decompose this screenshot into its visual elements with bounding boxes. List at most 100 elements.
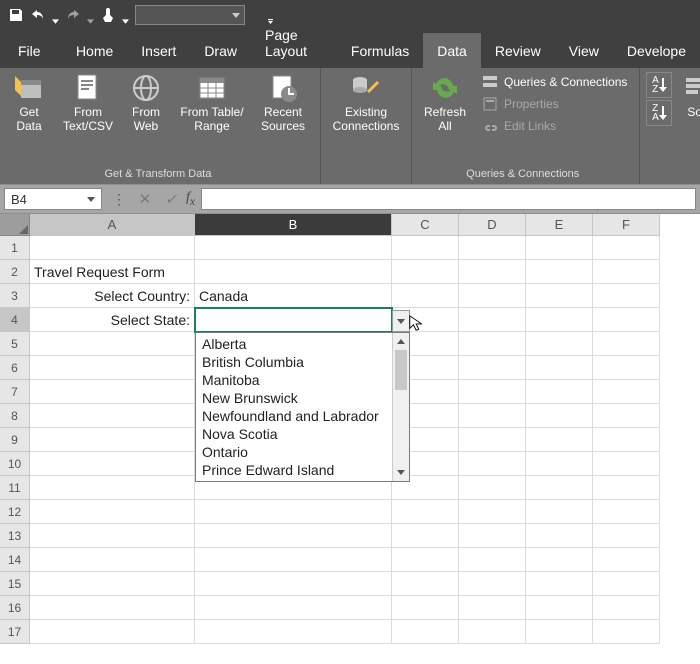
cell-f4[interactable] bbox=[593, 308, 660, 332]
cell-e12[interactable] bbox=[526, 500, 593, 524]
queries-connections-button[interactable]: Queries & Connections bbox=[482, 74, 627, 90]
row-header-2[interactable]: 2 bbox=[0, 260, 30, 284]
dropdown-option[interactable]: Nova Scotia bbox=[202, 425, 386, 443]
tab-review[interactable]: Review bbox=[481, 33, 555, 68]
redo-dropdown-icon[interactable] bbox=[87, 12, 94, 19]
cell-c13[interactable] bbox=[392, 524, 459, 548]
cell-d2[interactable] bbox=[459, 260, 526, 284]
cell-f7[interactable] bbox=[593, 380, 660, 404]
cell-b3[interactable]: Canada bbox=[195, 284, 392, 308]
cell-e16[interactable] bbox=[526, 596, 593, 620]
cell-f13[interactable] bbox=[593, 524, 660, 548]
cell-e7[interactable] bbox=[526, 380, 593, 404]
data-validation-dropdown-list[interactable]: AlbertaBritish ColumbiaManitobaNew Bruns… bbox=[195, 332, 410, 482]
cell-c14[interactable] bbox=[392, 548, 459, 572]
cell-a4[interactable]: Select State: bbox=[30, 308, 195, 332]
cell-f15[interactable] bbox=[593, 572, 660, 596]
column-header-c[interactable]: C bbox=[392, 214, 459, 236]
cell-f11[interactable] bbox=[593, 476, 660, 500]
row-header-9[interactable]: 9 bbox=[0, 428, 30, 452]
from-table-range-button[interactable]: From Table/ Range bbox=[176, 72, 248, 134]
formula-bar-resize[interactable]: ⋮ bbox=[106, 191, 132, 208]
cell-a17[interactable] bbox=[30, 620, 195, 644]
cell-f10[interactable] bbox=[593, 452, 660, 476]
cell-d5[interactable] bbox=[459, 332, 526, 356]
cell-a2[interactable]: Travel Request Form bbox=[30, 260, 195, 284]
cell-d4[interactable] bbox=[459, 308, 526, 332]
sort-az-button[interactable]: AZ bbox=[646, 72, 672, 98]
select-all-corner[interactable] bbox=[0, 214, 30, 236]
row-header-11[interactable]: 11 bbox=[0, 476, 30, 500]
cell-f3[interactable] bbox=[593, 284, 660, 308]
cell-d13[interactable] bbox=[459, 524, 526, 548]
formula-input[interactable] bbox=[201, 188, 696, 210]
dropdown-option[interactable]: Ontario bbox=[202, 443, 386, 461]
row-header-10[interactable]: 10 bbox=[0, 452, 30, 476]
cell-b15[interactable] bbox=[195, 572, 392, 596]
row-header-4[interactable]: 4 bbox=[0, 308, 30, 332]
row-header-7[interactable]: 7 bbox=[0, 380, 30, 404]
dropdown-option[interactable]: Newfoundland and Labrador bbox=[202, 407, 386, 425]
row-header-14[interactable]: 14 bbox=[0, 548, 30, 572]
cell-a6[interactable] bbox=[30, 356, 195, 380]
save-icon[interactable] bbox=[8, 7, 24, 23]
row-header-1[interactable]: 1 bbox=[0, 236, 30, 260]
column-header-f[interactable]: F bbox=[593, 214, 660, 236]
cell-c2[interactable] bbox=[392, 260, 459, 284]
cell-f5[interactable] bbox=[593, 332, 660, 356]
cell-e2[interactable] bbox=[526, 260, 593, 284]
cell-c3[interactable] bbox=[392, 284, 459, 308]
cell-d6[interactable] bbox=[459, 356, 526, 380]
cell-e15[interactable] bbox=[526, 572, 593, 596]
name-box-dropdown-icon[interactable] bbox=[87, 197, 95, 202]
cell-f2[interactable] bbox=[593, 260, 660, 284]
cell-b1[interactable] bbox=[195, 236, 392, 260]
from-textcsv-button[interactable]: From Text/CSV bbox=[60, 72, 116, 134]
sort-za-button[interactable]: ZA bbox=[646, 100, 672, 126]
cell-e11[interactable] bbox=[526, 476, 593, 500]
row-header-17[interactable]: 17 bbox=[0, 620, 30, 644]
tab-formulas[interactable]: Formulas bbox=[337, 33, 423, 68]
cell-c17[interactable] bbox=[392, 620, 459, 644]
cell-d14[interactable] bbox=[459, 548, 526, 572]
properties-button[interactable]: Properties bbox=[482, 96, 627, 112]
cell-d8[interactable] bbox=[459, 404, 526, 428]
cell-b4[interactable] bbox=[195, 308, 392, 332]
cell-a8[interactable] bbox=[30, 404, 195, 428]
cell-f14[interactable] bbox=[593, 548, 660, 572]
cell-d11[interactable] bbox=[459, 476, 526, 500]
cell-e9[interactable] bbox=[526, 428, 593, 452]
cell-a15[interactable] bbox=[30, 572, 195, 596]
cell-d9[interactable] bbox=[459, 428, 526, 452]
cell-d3[interactable] bbox=[459, 284, 526, 308]
row-header-16[interactable]: 16 bbox=[0, 596, 30, 620]
row-header-13[interactable]: 13 bbox=[0, 524, 30, 548]
cell-a13[interactable] bbox=[30, 524, 195, 548]
cell-c12[interactable] bbox=[392, 500, 459, 524]
cell-e17[interactable] bbox=[526, 620, 593, 644]
cell-a5[interactable] bbox=[30, 332, 195, 356]
cell-d16[interactable] bbox=[459, 596, 526, 620]
row-header-3[interactable]: 3 bbox=[0, 284, 30, 308]
dropdown-option[interactable]: Alberta bbox=[202, 335, 386, 353]
cell-e4[interactable] bbox=[526, 308, 593, 332]
cell-e8[interactable] bbox=[526, 404, 593, 428]
cell-f1[interactable] bbox=[593, 236, 660, 260]
row-header-12[interactable]: 12 bbox=[0, 500, 30, 524]
dropdown-scrollbar[interactable] bbox=[392, 333, 409, 481]
cell-e1[interactable] bbox=[526, 236, 593, 260]
dropdown-option[interactable]: New Brunswick bbox=[202, 389, 386, 407]
dropdown-option[interactable]: Prince Edward Island bbox=[202, 461, 386, 479]
cell-e6[interactable] bbox=[526, 356, 593, 380]
touch-dropdown-icon[interactable] bbox=[122, 12, 129, 19]
fx-icon[interactable]: fx bbox=[184, 190, 201, 208]
qat-combo[interactable] bbox=[135, 5, 245, 25]
tab-page-layout[interactable]: Page Layout bbox=[251, 17, 337, 68]
scroll-track[interactable] bbox=[393, 350, 409, 464]
scroll-down-icon[interactable] bbox=[393, 464, 409, 481]
row-header-8[interactable]: 8 bbox=[0, 404, 30, 428]
scroll-up-icon[interactable] bbox=[393, 333, 409, 350]
refresh-all-button[interactable]: Refresh All bbox=[418, 72, 472, 134]
cell-b17[interactable] bbox=[195, 620, 392, 644]
row-header-6[interactable]: 6 bbox=[0, 356, 30, 380]
